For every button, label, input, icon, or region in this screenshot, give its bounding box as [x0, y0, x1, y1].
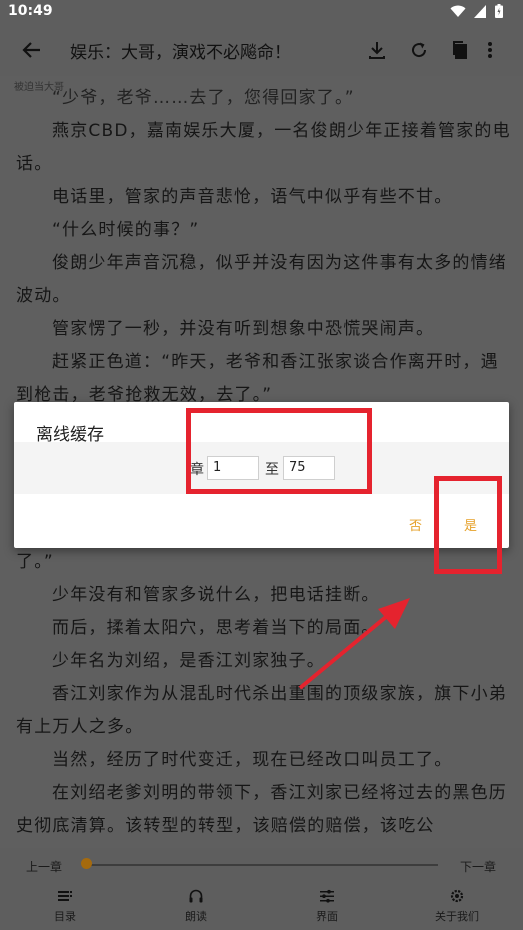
gear-icon	[450, 889, 464, 903]
prev-chapter-button[interactable]: 上一章	[26, 858, 62, 875]
nav-catalog[interactable]: 目录	[30, 888, 100, 924]
progress-track[interactable]	[86, 864, 438, 866]
nav-read-aloud[interactable]: 朗读	[161, 888, 231, 924]
nav-label: 目录	[54, 910, 76, 923]
sliders-icon	[320, 889, 334, 903]
next-chapter-button[interactable]: 下一章	[460, 858, 496, 875]
arrow-annotation	[298, 598, 410, 690]
progress-thumb[interactable]	[81, 858, 92, 869]
nav-label: 关于我们	[435, 910, 479, 923]
nav-label: 界面	[316, 910, 338, 923]
nav-interface[interactable]: 界面	[292, 888, 362, 924]
bottom-controls: 上一章 下一章 目录 朗读 界面 关于我们	[0, 848, 523, 930]
headphones-icon	[189, 889, 203, 903]
nav-about[interactable]: 关于我们	[422, 888, 492, 924]
list-icon	[58, 891, 72, 901]
nav-label: 朗读	[185, 910, 207, 923]
